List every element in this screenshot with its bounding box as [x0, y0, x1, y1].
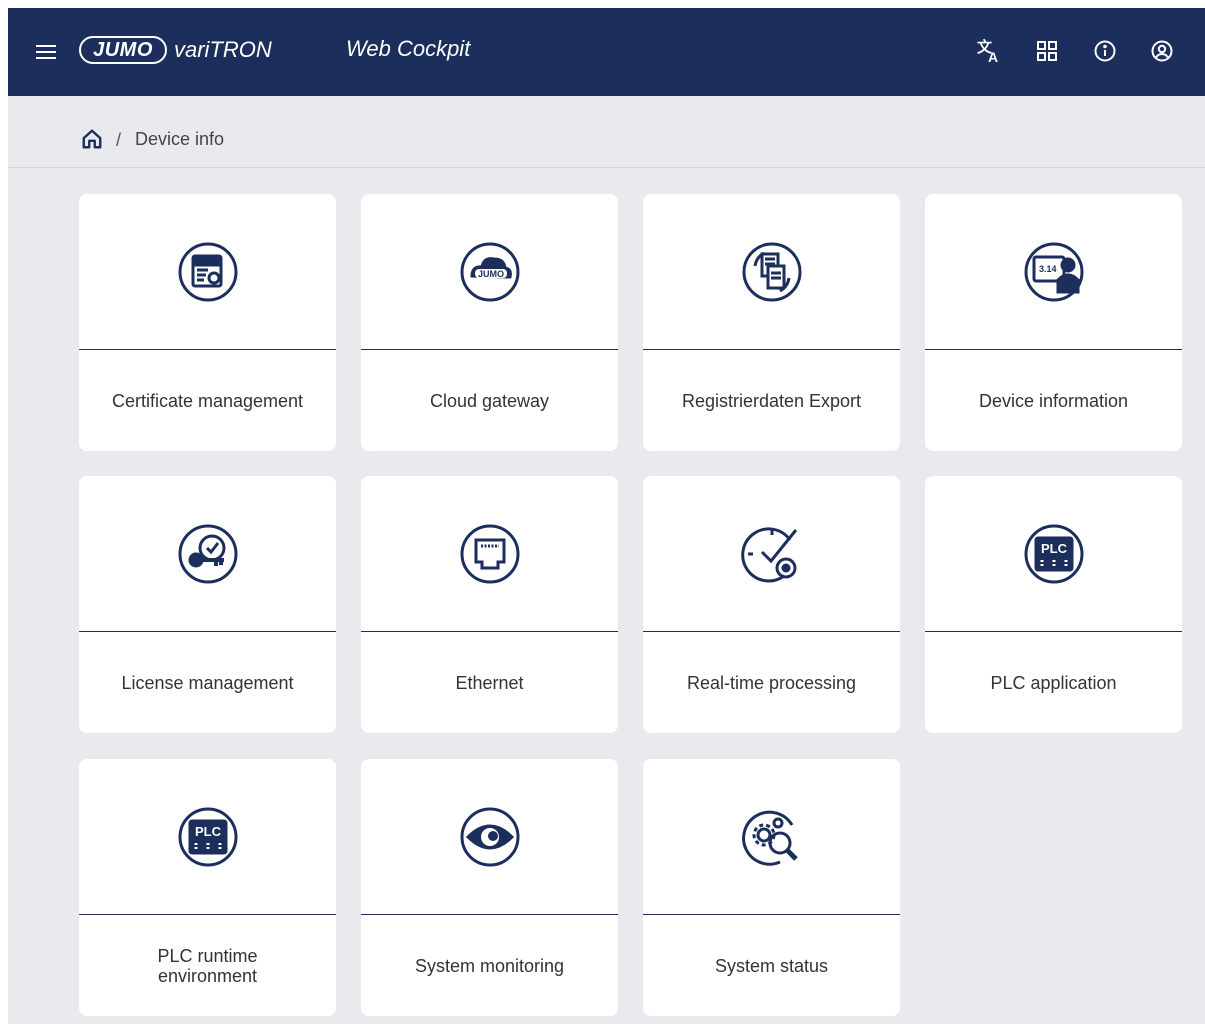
translate-icon[interactable]: 文 A: [974, 36, 1004, 66]
tile-label: PLC application: [990, 673, 1117, 693]
tile-plc-runtime-environment[interactable]: PLC PLC runtime environment: [79, 759, 336, 1016]
tile-label: Real-time processing: [686, 673, 857, 693]
tile-label: System status: [714, 956, 829, 976]
certificate-icon: [79, 194, 336, 350]
info-icon[interactable]: [1090, 36, 1120, 66]
tile-system-status[interactable]: System status: [643, 759, 900, 1016]
tile-plc-application[interactable]: PLC PLC application: [925, 476, 1182, 733]
device-info-icon: 3.14: [925, 194, 1182, 350]
tile-label: Ethernet: [455, 673, 524, 693]
top-bar: JUMO variTRON Web Cockpit 文 A: [8, 8, 1205, 96]
logo-brand: JUMO: [79, 36, 167, 64]
license-key-icon: [79, 476, 336, 632]
breadcrumb: / Device info: [8, 96, 1205, 168]
app-title: Web Cockpit: [346, 36, 471, 61]
breadcrumb-current: Device info: [135, 129, 225, 149]
tile-label: Certificate management: [111, 391, 304, 411]
svg-text:3.14: 3.14: [1039, 264, 1057, 274]
qr-code-icon[interactable]: [1032, 36, 1062, 66]
svg-text:PLC: PLC: [1041, 541, 1068, 556]
tile-license-management[interactable]: License management: [79, 476, 336, 733]
clock-icon: [643, 476, 900, 632]
svg-text:A: A: [988, 49, 998, 65]
logo-product: variTRON: [174, 37, 272, 62]
gear-search-icon: [643, 759, 900, 915]
eye-icon: [361, 759, 618, 915]
breadcrumb-separator: /: [116, 130, 122, 150]
tile-device-information[interactable]: 3.14 Device information: [925, 194, 1182, 451]
tile-real-time-processing[interactable]: Real-time processing: [643, 476, 900, 733]
account-icon[interactable]: [1147, 36, 1177, 66]
ethernet-icon: [361, 476, 618, 632]
tile-label: System monitoring: [414, 956, 565, 976]
menu-icon[interactable]: [36, 40, 60, 64]
tile-label: License management: [121, 673, 294, 693]
tile-ethernet[interactable]: Ethernet: [361, 476, 618, 733]
cloud-icon: JUMO: [361, 194, 618, 350]
plc-icon: PLC: [925, 476, 1182, 632]
tile-label: Registrierdaten Export: [681, 391, 862, 411]
plc-icon: PLC: [79, 759, 336, 915]
app-frame: JUMO variTRON Web Cockpit 文 A / Device i…: [8, 8, 1205, 1024]
tile-cloud-gateway[interactable]: JUMO Cloud gateway: [361, 194, 618, 451]
tile-certificate-management[interactable]: Certificate management: [79, 194, 336, 451]
export-icon: [643, 194, 900, 350]
tile-label: PLC runtime environment: [157, 946, 258, 986]
tile-registrierdaten-export[interactable]: Registrierdaten Export: [643, 194, 900, 451]
home-icon[interactable]: [81, 128, 103, 150]
tile-system-monitoring[interactable]: System monitoring: [361, 759, 618, 1016]
tile-label: Cloud gateway: [429, 391, 550, 411]
svg-text:PLC: PLC: [195, 824, 222, 839]
svg-text:JUMO: JUMO: [477, 269, 503, 279]
tile-label: Device information: [978, 391, 1129, 411]
